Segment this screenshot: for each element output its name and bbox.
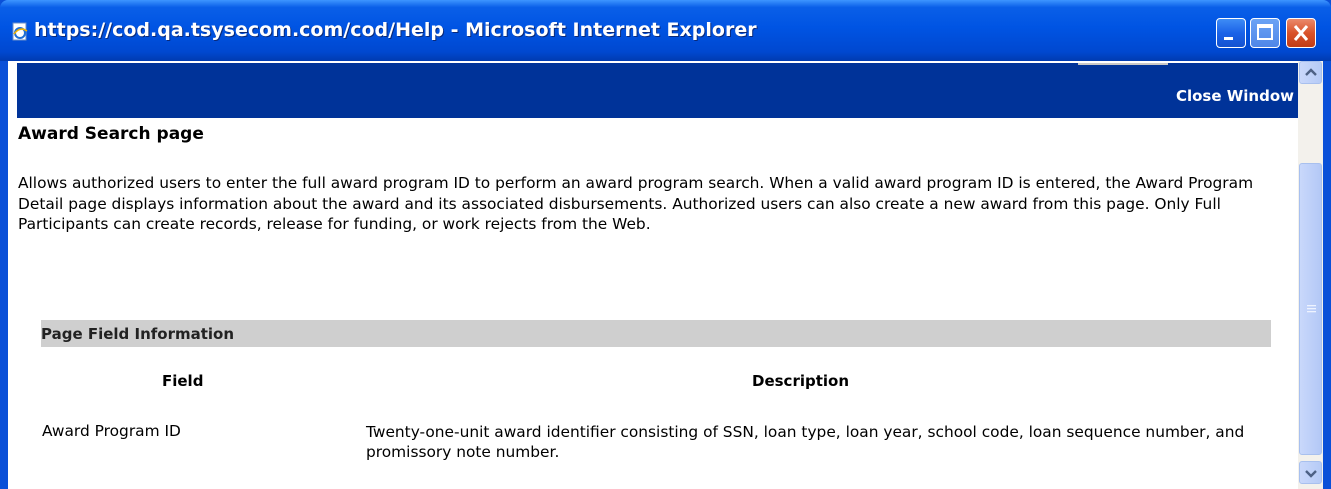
close-icon xyxy=(1293,25,1309,41)
help-header-bar: Close Window xyxy=(17,63,1298,118)
close-window-link[interactable]: Close Window xyxy=(1176,87,1294,105)
section-title: Page Field Information xyxy=(41,325,235,343)
ie-page-icon xyxy=(12,22,28,41)
page-description: Allows authorized users to enter the ful… xyxy=(18,174,1254,233)
window-title: https://cod.qa.tsysecom.com/cod/Help - M… xyxy=(34,19,757,41)
title-bar[interactable]: https://cod.qa.tsysecom.com/cod/Help - M… xyxy=(0,0,1331,61)
scroll-thumb[interactable] xyxy=(1299,163,1322,455)
chevron-down-icon xyxy=(1305,470,1317,478)
vertical-scrollbar[interactable] xyxy=(1298,61,1323,489)
maximize-button[interactable] xyxy=(1250,18,1280,48)
close-button[interactable] xyxy=(1286,18,1316,48)
browser-window: https://cod.qa.tsysecom.com/cod/Help - M… xyxy=(0,0,1331,489)
grip-icon xyxy=(1307,305,1316,313)
minimize-icon xyxy=(1224,37,1233,40)
maximize-icon xyxy=(1257,24,1273,40)
header-divider xyxy=(1078,63,1168,65)
scroll-down-button[interactable] xyxy=(1299,461,1322,484)
table-row-description: Twenty-one-unit award identifier consist… xyxy=(366,423,1245,461)
column-header-description: Description xyxy=(752,372,850,390)
page-title: Award Search page xyxy=(18,124,204,144)
table-row-field: Award Program ID xyxy=(42,422,181,440)
minimize-button[interactable] xyxy=(1216,18,1246,48)
chevron-up-icon xyxy=(1305,68,1317,76)
scroll-up-button[interactable] xyxy=(1299,61,1322,84)
column-header-field: Field xyxy=(162,372,204,390)
help-content: Close Window Award Search page Allows au… xyxy=(12,61,1298,489)
